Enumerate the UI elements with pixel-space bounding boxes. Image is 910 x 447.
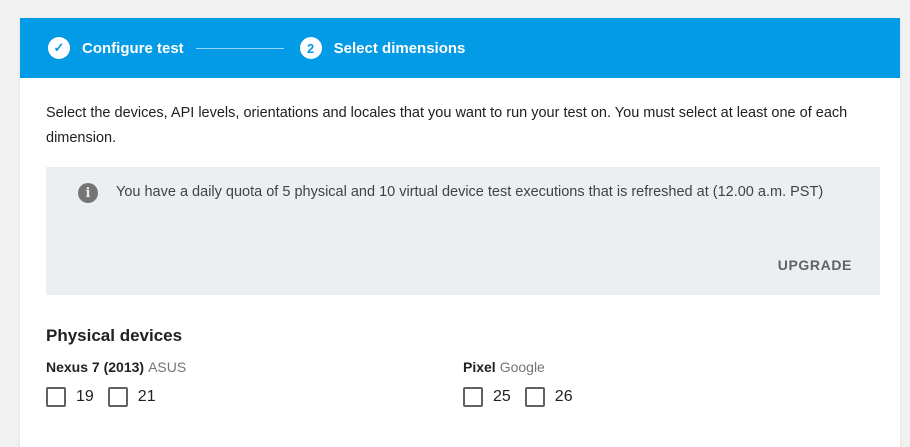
quota-info-box: i You have a daily quota of 5 physical a… [46,167,880,295]
info-icon: i [78,183,98,203]
content-area: Select the devices, API levels, orientat… [20,101,900,426]
api-label: 25 [493,388,511,405]
device-name: Pixel Google [463,359,587,375]
step-select-dimensions[interactable]: 2 Select dimensions [299,37,466,59]
intro-text: Select the devices, API levels, orientat… [46,105,848,146]
api-checkbox[interactable] [524,387,545,407]
physical-devices-title: Physical devices [46,326,183,345]
api-option-21[interactable]: 21 [107,387,156,407]
device-nexus-7-2013: Nexus 7 (2013) ASUS 19 21 [46,359,186,407]
api-option-19[interactable]: 19 [46,387,94,407]
api-checkbox[interactable] [463,387,483,407]
step-number-badge: 2 [299,37,322,59]
test-config-card: ✓ Configure test 2 Select dimensions Sel… [20,18,900,447]
api-label: 21 [137,388,156,405]
upgrade-button[interactable]: UPGRADE [778,257,852,273]
device-maker: Google [499,359,545,375]
api-option-25[interactable]: 25 [463,387,511,407]
quota-info-text: You have a daily quota of 5 physical and… [116,184,824,200]
stepper-header: ✓ Configure test 2 Select dimensions [20,18,900,78]
device-model: Pixel [463,359,496,375]
step-label: Configure test [82,39,184,57]
device-pixel: Pixel Google 25 26 [463,359,587,407]
step-label: Select dimensions [333,39,466,57]
api-option-26[interactable]: 26 [524,387,573,407]
check-icon: ✓ [48,37,70,59]
physical-devices-list: Nexus 7 (2013) ASUS 19 21 Pixel Google 2… [46,346,874,426]
step-configure-test[interactable]: ✓ Configure test [48,37,184,59]
api-label: 19 [76,388,94,405]
api-checkbox[interactable] [46,387,66,407]
device-model: Nexus 7 (2013) [46,359,145,375]
step-connector [195,47,284,49]
device-name: Nexus 7 (2013) ASUS [46,359,186,375]
api-label: 26 [554,388,573,405]
api-checkbox[interactable] [107,387,128,407]
api-level-options: 25 26 [463,387,587,407]
api-level-options: 19 21 [46,387,186,407]
device-maker: ASUS [148,359,187,375]
